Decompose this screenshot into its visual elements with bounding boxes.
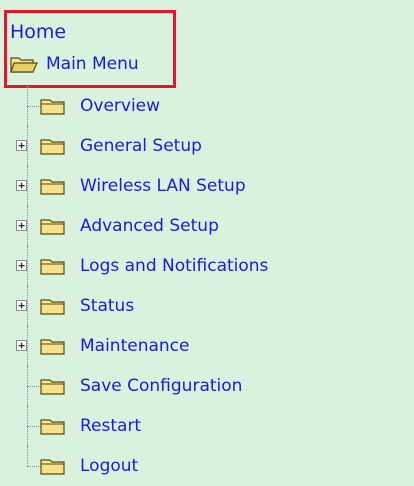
tree-connector-line (27, 446, 28, 466)
expand-icon[interactable]: + (16, 180, 27, 191)
menu-item-label[interactable]: Advanced Setup (80, 216, 219, 236)
menu-item-label[interactable]: General Setup (80, 136, 202, 156)
menu-item-maintenance[interactable]: + Maintenance (0, 326, 414, 366)
menu-item-save-configuration[interactable]: Save Configuration (0, 366, 414, 406)
menu-item-label[interactable]: Restart (80, 416, 141, 436)
tree-connector-line (27, 286, 28, 326)
menu-item-label[interactable]: Logs and Notifications (80, 256, 268, 276)
expand-icon[interactable]: + (16, 260, 27, 271)
menu-item-advanced-setup[interactable]: + Advanced Setup (0, 206, 414, 246)
menu-item-label[interactable]: Logout (80, 456, 138, 476)
folder-icon (40, 419, 65, 435)
menu-item-general-setup[interactable]: + General Setup (0, 126, 414, 166)
open-folder-icon (10, 57, 38, 73)
expand-icon[interactable]: + (16, 300, 27, 311)
menu-item-label[interactable]: Save Configuration (80, 376, 242, 396)
menu-item-status[interactable]: + Status (0, 286, 414, 326)
menu-item-label[interactable]: Wireless LAN Setup (80, 176, 246, 196)
menu-item-label[interactable]: Maintenance (80, 336, 189, 356)
expand-icon[interactable]: + (16, 220, 27, 231)
menu-item-logout[interactable]: Logout (0, 446, 414, 486)
folder-icon (40, 179, 65, 195)
menu-item-overview[interactable]: Overview (0, 86, 414, 126)
menu-item-logs-and-notifications[interactable]: + Logs and Notifications (0, 246, 414, 286)
expand-icon[interactable]: + (16, 140, 27, 151)
menu-item-label[interactable]: Status (80, 296, 134, 316)
home-link[interactable]: Home (10, 20, 66, 44)
folder-icon (40, 459, 65, 475)
main-menu-label[interactable]: Main Menu (46, 54, 139, 74)
expand-icon[interactable]: + (16, 340, 27, 351)
tree-connector-line (27, 166, 28, 206)
folder-icon (40, 379, 65, 395)
menu-tree: Overview + General Setup + Wireless LAN Setu… (0, 86, 414, 486)
main-menu-node[interactable]: Main Menu (10, 52, 139, 76)
menu-item-restart[interactable]: Restart (0, 406, 414, 446)
tree-connector-line (27, 126, 28, 166)
folder-icon (40, 219, 65, 235)
folder-icon (40, 259, 65, 275)
folder-icon (40, 139, 65, 155)
tree-connector-line (27, 326, 28, 366)
folder-icon (40, 299, 65, 315)
menu-item-label[interactable]: Overview (80, 96, 160, 116)
menu-item-wireless-lan-setup[interactable]: + Wireless LAN Setup (0, 166, 414, 206)
folder-icon (40, 339, 65, 355)
tree-connector-branch (27, 426, 41, 427)
tree-connector-branch (27, 466, 41, 467)
tree-connector-branch (27, 386, 41, 387)
tree-connector-line (27, 206, 28, 246)
tree-connector-branch (27, 106, 41, 107)
folder-icon (40, 99, 65, 115)
tree-connector-line (27, 246, 28, 286)
